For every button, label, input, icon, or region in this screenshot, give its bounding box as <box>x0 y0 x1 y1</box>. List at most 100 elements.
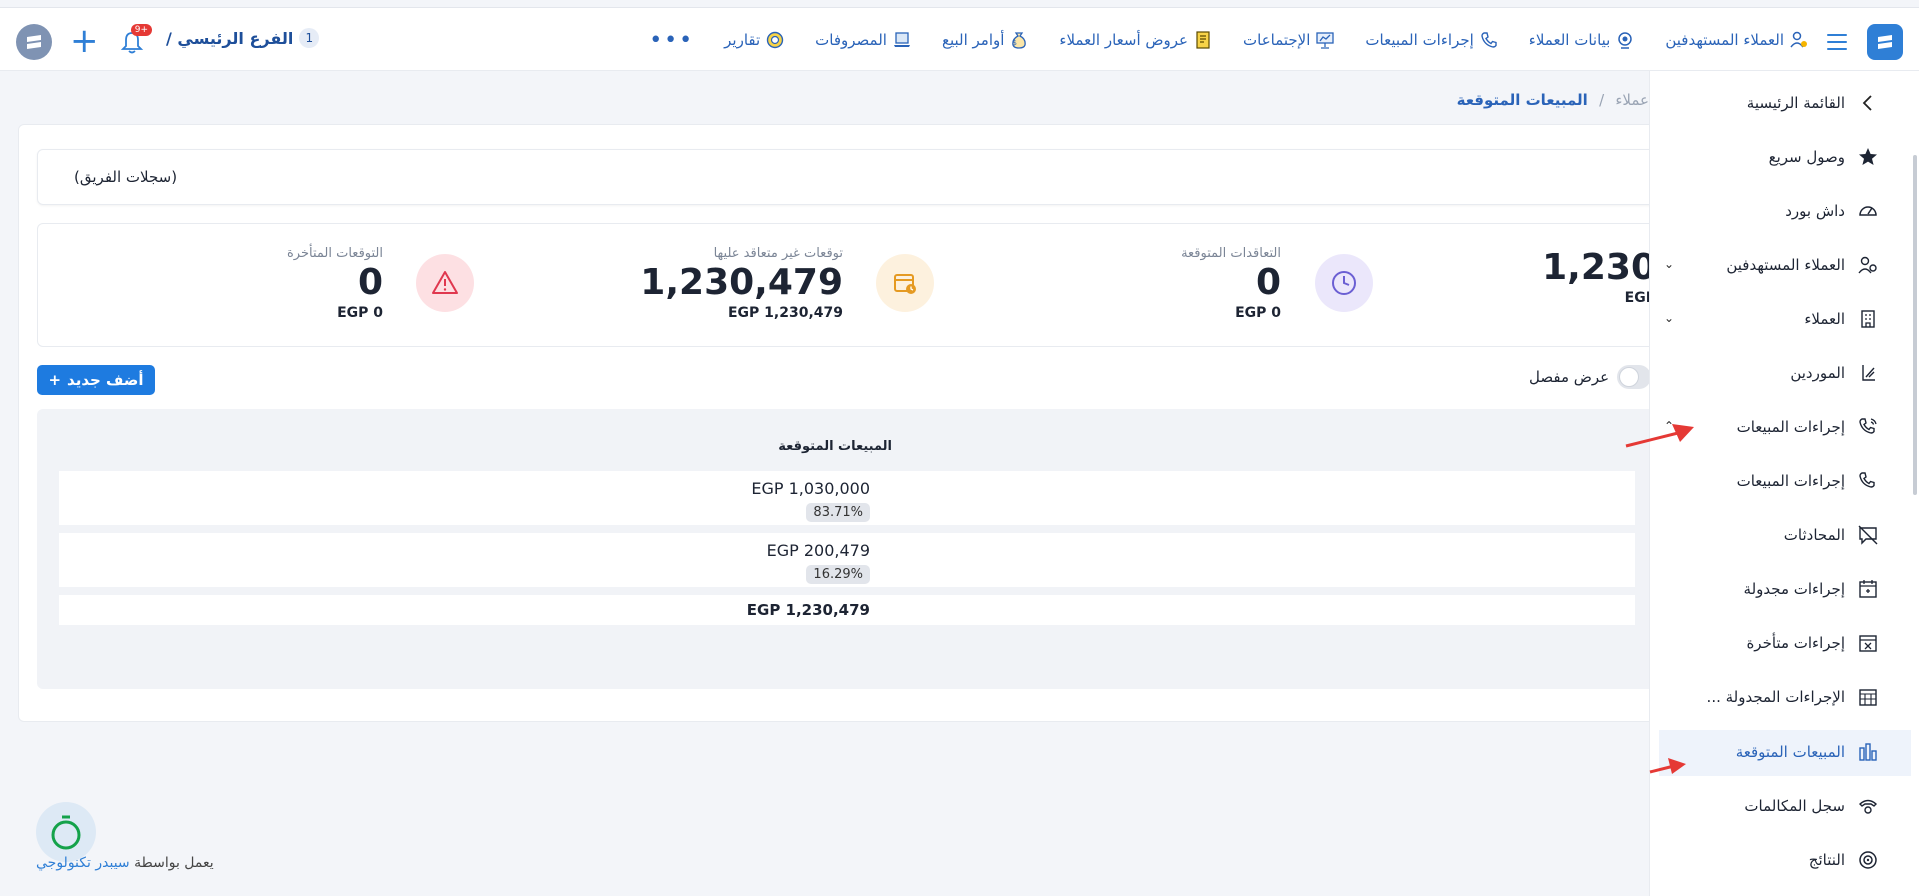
annotation-arrow-icon <box>1625 424 1694 448</box>
nav-item-expenses[interactable]: المصروفات <box>815 30 912 50</box>
sidebar-item-forecast-sales[interactable]: المبيعات المتوقعة <box>1736 741 1879 763</box>
laptop-icon <box>892 30 912 50</box>
add-new-button[interactable]: أضف جديد + <box>37 365 155 395</box>
breadcrumb: عملاء / المبيعات المتوقعة <box>1457 91 1649 109</box>
breadcrumb-separator: / <box>1599 91 1605 109</box>
chevron-down-icon[interactable]: ⌄ <box>1664 311 1674 325</box>
more-menu-icon[interactable]: ••• <box>649 28 694 53</box>
calendar-grid-icon <box>1857 686 1879 708</box>
sidebar-item-label: النتائج <box>1808 851 1845 869</box>
sidebar-item-target-customers[interactable]: العملاء المستهدفين <box>1726 254 1879 276</box>
detailed-view-toggle[interactable]: عرض مفصل <box>1529 365 1652 389</box>
gauge-icon <box>1857 200 1879 222</box>
annotation-arrow-icon <box>1649 758 1686 774</box>
calendar-clock-icon <box>876 254 934 312</box>
percent-badge: 16.29% <box>806 565 870 584</box>
quote-icon <box>1193 30 1213 50</box>
building-icon <box>1857 308 1879 330</box>
stopwatch-icon[interactable] <box>36 802 96 862</box>
sidebar-item-conversations[interactable]: المحادثات <box>1784 524 1879 546</box>
nav-item-label: تقارير <box>724 31 761 49</box>
branch-name: الفرع الرئيسي / <box>166 28 294 48</box>
secondary-logo-icon[interactable] <box>16 24 52 60</box>
report-icon <box>765 30 785 50</box>
clock-icon <box>1315 254 1373 312</box>
amount-text: EGP 200,479 <box>766 541 870 560</box>
chevron-left-icon <box>1857 92 1879 114</box>
stats-panel: 1,230 EGP التعاقدات المتوقعة 0 EGP 0 توق… <box>37 223 1657 347</box>
sidebar-item-customers[interactable]: العملاء <box>1804 308 1879 330</box>
stat-value: 0 <box>357 262 383 303</box>
breadcrumb-current: المبيعات المتوقعة <box>1456 91 1588 109</box>
stat-label: توقعات غير متعاقد عليها <box>713 246 843 261</box>
stat-total: 1,230 EGP <box>1542 246 1656 306</box>
plus-icon: + <box>48 371 62 389</box>
notification-badge: +9 <box>130 24 152 36</box>
sidebar-item-suppliers[interactable]: الموردين <box>1790 362 1879 384</box>
add-plus-icon[interactable]: + <box>70 24 99 58</box>
table-row[interactable]: EGP 200,479 16.29% <box>59 533 1635 587</box>
nav-item-label: إجراءات المبيعات <box>1365 31 1474 49</box>
menu-toggle-icon[interactable] <box>1827 34 1847 55</box>
sidebar-item-label: سجل المكالمات <box>1744 797 1845 815</box>
target-customers-icon <box>1789 30 1809 50</box>
table-row[interactable]: EGP 1,030,000 83.71% <box>59 471 1635 525</box>
branch-number: 1 <box>299 28 320 48</box>
stat-label: التعاقدات المتوقعة <box>1181 246 1281 261</box>
stat-value: 1,230,479 <box>640 262 843 303</box>
customer-data-icon <box>1615 30 1635 50</box>
telephone-icon <box>1857 795 1879 817</box>
row-amount: EGP 1,030,000 83.71% <box>751 479 870 522</box>
nav-item-reports[interactable]: تقارير <box>724 30 785 50</box>
toggle-switch[interactable] <box>1617 365 1652 389</box>
phone-icon <box>1857 470 1879 492</box>
sidebar-item-scheduled-actions[interactable]: إجراءات مجدولة <box>1744 578 1879 600</box>
stat-sub: EGP 1,230,479 <box>727 305 843 321</box>
sidebar-scrollbar[interactable] <box>1913 155 1917 495</box>
amount-text: EGP 1,030,000 <box>751 479 870 498</box>
team-records-filter[interactable]: (سجلات الفريق) <box>37 149 1657 205</box>
main-nav: العملاء المستهدفين بيانات العملاء إجراءا… <box>649 8 1809 72</box>
top-bar: العملاء المستهدفين بيانات العملاء إجراءا… <box>0 7 1919 71</box>
star-icon <box>1857 146 1879 168</box>
sidebar-item-main-menu[interactable]: القائمة الرئيسية <box>1747 92 1879 114</box>
stat-delayed: التوقعات المتأخرة 0 EGP 0 <box>287 246 383 321</box>
sidebar-item-sales-actions[interactable]: إجراءات المبيعات <box>1737 470 1879 492</box>
add-label: أضف جديد <box>67 371 144 389</box>
warning-icon <box>416 254 474 312</box>
powered-brand[interactable]: سيبدر تكنولوجي <box>36 855 130 871</box>
percent-badge: 83.71% <box>806 503 870 522</box>
sidebar-item-label: الإجراءات المجدولة ... <box>1706 688 1845 706</box>
svg-text:$: $ <box>1013 39 1017 47</box>
sidebar-item-label: الموردين <box>1790 364 1845 382</box>
nav-item-quotes[interactable]: عروض أسعار العملاء <box>1059 30 1213 50</box>
sidebar-item-scheduled-actions-list[interactable]: الإجراءات المجدولة ... <box>1707 686 1879 708</box>
users-icon <box>1857 254 1879 276</box>
nav-item-label: عروض أسعار العملاء <box>1059 31 1188 49</box>
powered-prefix: يعمل بواسطة <box>134 855 214 871</box>
nav-item-sales-orders[interactable]: $ أوامر البيع <box>942 30 1029 50</box>
sidebar-item-sales-actions-group[interactable]: إجراءات المبيعات <box>1737 416 1879 438</box>
nav-item-target-customers[interactable]: العملاء المستهدفين <box>1665 30 1809 50</box>
chevron-down-icon[interactable]: ⌄ <box>1664 257 1674 271</box>
branch-selector[interactable]: 1 الفرع الرئيسي / <box>166 28 320 48</box>
toggle-label: عرض مفصل <box>1529 368 1610 386</box>
nav-item-meetings[interactable]: الإجتماعات <box>1243 30 1335 50</box>
sidebar-item-call-log[interactable]: سجل المكالمات <box>1744 795 1879 817</box>
sidebar-item-quick-access[interactable]: وصول سريع <box>1769 146 1879 168</box>
stat-total-sub: EGP <box>1624 290 1656 306</box>
notifications-bell-icon[interactable]: +9 <box>120 24 152 56</box>
sidebar-item-results[interactable]: النتائج <box>1809 849 1879 871</box>
nav-item-label: العملاء المستهدفين <box>1665 31 1784 49</box>
sidebar-item-dashboard[interactable]: داش بورد <box>1785 200 1879 222</box>
sidebar-item-label: القائمة الرئيسية <box>1746 94 1845 112</box>
sidebar-item-delayed-actions[interactable]: إجراءات متأخرة <box>1746 632 1879 654</box>
sidebar-item-label: إجراءات مجدولة <box>1743 580 1845 598</box>
sidebar-item-label: داش بورد <box>1785 202 1845 220</box>
sidebar: القائمة الرئيسية وصول سريع داش بورد العم… <box>1649 71 1919 896</box>
calendar-x-icon <box>1857 632 1879 654</box>
app-logo-icon[interactable] <box>1867 24 1903 60</box>
breadcrumb-previous[interactable]: عملاء <box>1615 91 1649 109</box>
nav-item-customer-data[interactable]: بيانات العملاء <box>1529 30 1636 50</box>
nav-item-sales-actions[interactable]: إجراءات المبيعات <box>1365 30 1498 50</box>
